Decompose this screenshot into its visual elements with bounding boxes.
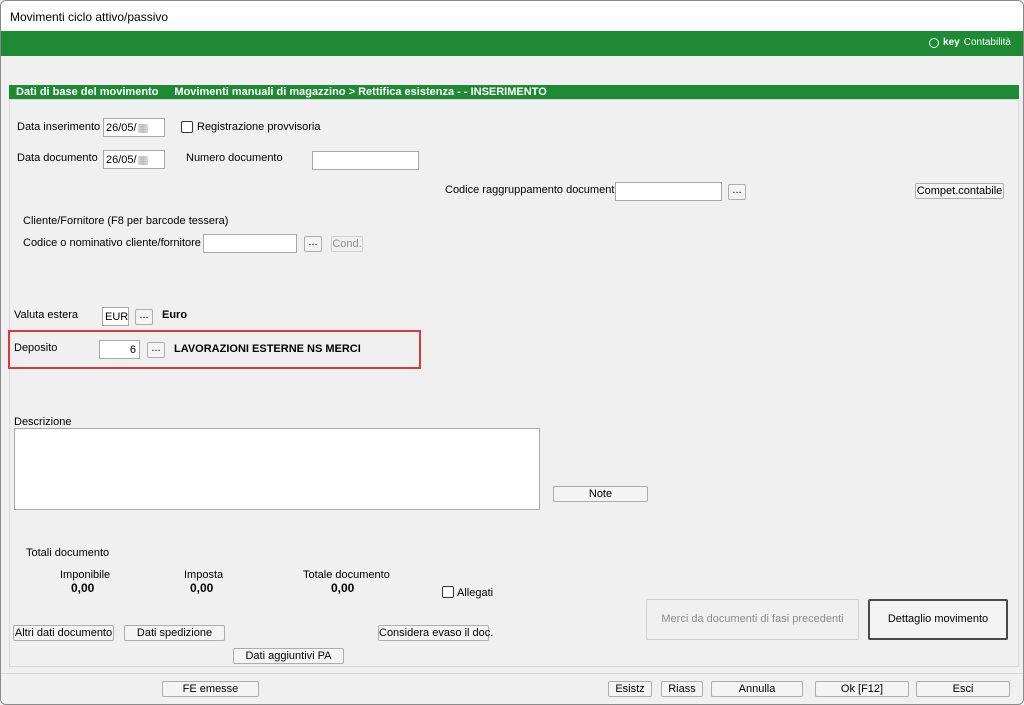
section-title: Dati di base del movimento [16,86,159,98]
totale-documento-value: 0,00 [331,581,355,595]
descrizione-label: Descrizione [14,416,72,428]
fe-emesse-button[interactable]: FE emesse [162,681,259,697]
allegati-label: Allegati [457,587,494,599]
title-bar: Movimenti ciclo attivo/passivo [1,1,1023,31]
altri-dati-documento-button[interactable]: Altri dati documento [13,625,114,641]
section-breadcrumb: Movimenti manuali di magazzino > Rettifi… [174,86,547,98]
section-header: Dati di base del movimento Movimenti manu… [9,85,1019,99]
numero-documento-label: Numero documento [186,152,283,164]
data-inserimento-field[interactable]: 26/05/ [103,118,165,137]
allegati-checkbox[interactable] [442,586,454,598]
cond-button[interactable]: Cond. [331,236,363,252]
imponibile-label: Imponibile [60,569,111,581]
data-inserimento-label: Data inserimento [17,121,101,133]
app-window: Movimenti ciclo attivo/passivo key Contab… [0,0,1024,705]
registrazione-provvisoria-checkbox[interactable] [181,121,193,133]
codice-cliente-label: Codice o nominativo cliente/fornitore [23,237,201,249]
esci-button[interactable]: Esci [916,681,1010,697]
data-documento-field[interactable]: 26/05/ [103,150,165,169]
brand-key: key [943,37,960,48]
compet-contabile-button[interactable]: Compet.contabile [915,183,1004,199]
ok-button[interactable]: Ok [F12] [815,681,909,697]
codice-cliente-field[interactable] [203,234,297,253]
totali-documento-label: Totali documento [26,547,110,559]
data-documento-label: Data documento [17,152,98,164]
deposito-label: Deposito [14,342,58,354]
valuta-lookup-button[interactable]: ... [135,309,153,325]
cliente-fornitore-label: Cliente/Fornitore (F8 per barcode tesser… [23,215,229,227]
note-button[interactable]: Note [553,486,648,502]
dati-spedizione-button[interactable]: Dati spedizione [124,625,225,641]
riass-button[interactable]: Riass [661,681,703,697]
deposito-description: LAVORAZIONI ESTERNE NS MERCI [174,343,361,355]
deposito-lookup-button[interactable]: ... [147,342,165,358]
codice-raggruppamento-lookup-button[interactable]: ... [728,184,746,200]
considera-evaso-button[interactable]: Considera evaso il doc. [378,625,493,641]
imponibile-value: 0,00 [71,581,95,595]
dati-aggiuntivi-pa-button[interactable]: Dati aggiuntivi PA [233,648,344,664]
dettaglio-movimento-button[interactable]: Dettaglio movimento [868,599,1008,640]
numero-documento-field[interactable] [312,151,419,170]
imposta-label: Imposta [184,569,224,581]
annulla-button[interactable]: Annulla [711,681,803,697]
valuta-field[interactable]: EUR [102,307,129,326]
merci-da-documenti-button[interactable]: Merci da documenti di fasi precedenti [646,599,859,640]
esistz-button[interactable]: Esistz [608,681,652,697]
registrazione-provvisoria-label: Registrazione provvisoria [197,121,321,133]
deposito-field[interactable]: 6 [99,340,140,359]
codice-raggruppamento-label: Codice raggruppamento documenti [445,184,617,196]
descrizione-textarea[interactable] [14,428,540,510]
codice-raggruppamento-field[interactable] [615,182,722,201]
brand-bar: key Contabilità [1,31,1023,56]
brand-icon [929,37,940,48]
totale-documento-label: Totale documento [303,569,390,581]
brand-logo: key Contabilità [929,37,1011,48]
codice-cliente-lookup-button[interactable]: ... [304,236,322,252]
window-title: Movimenti ciclo attivo/passivo [10,10,169,24]
brand-name: Contabilità [963,37,1011,48]
valuta-estera-label: Valuta estera [14,309,79,321]
valuta-description: Euro [162,309,188,321]
imposta-value: 0,00 [190,581,214,595]
